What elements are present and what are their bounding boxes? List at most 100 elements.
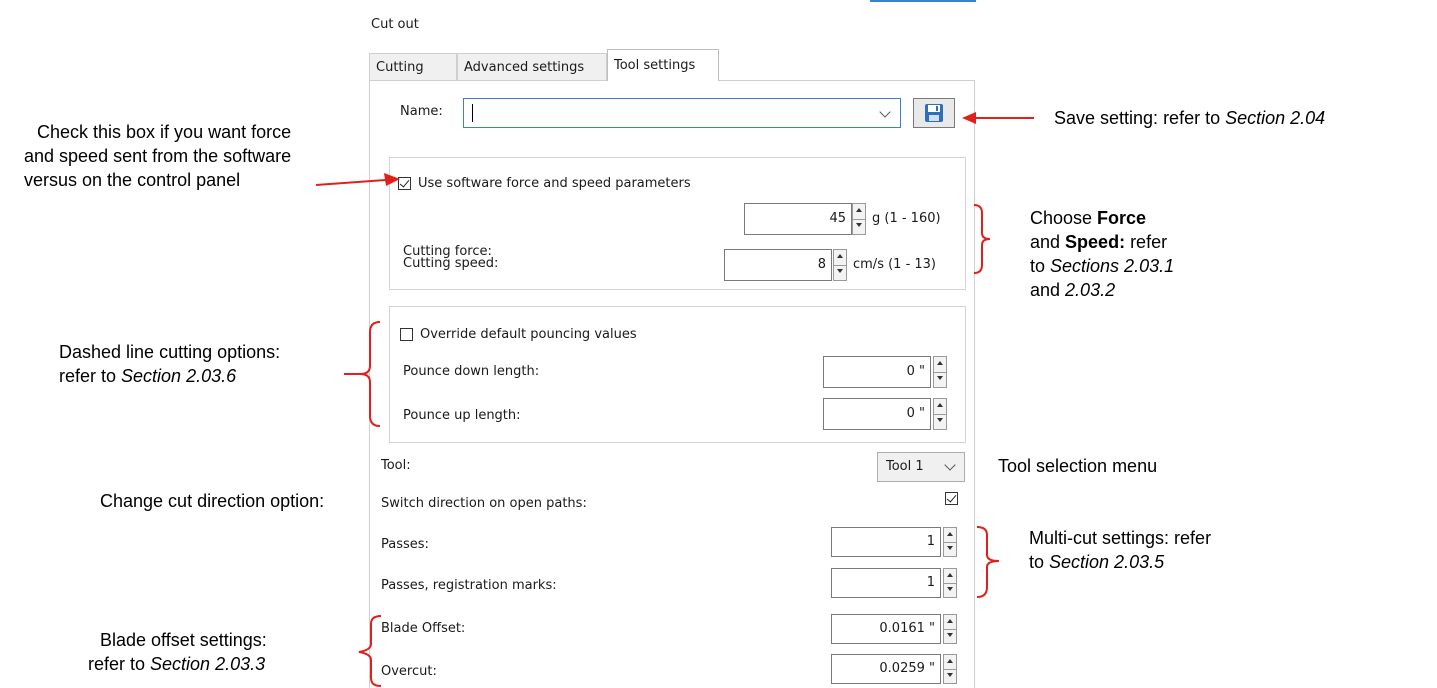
chevron-down-icon[interactable] <box>879 106 891 118</box>
tool-selection-annotation: Tool selection menu <box>998 456 1158 476</box>
cutting-speed-label: Cutting speed: <box>403 256 499 271</box>
choose-annotation-line4: and 2.03.2 <box>1030 279 1115 301</box>
use-software-force-label: Use software force and speed parameters <box>418 176 691 191</box>
annotation-ref: Sections 2.03.1 <box>1050 256 1175 276</box>
tab-cutting[interactable]: Cutting <box>369 53 457 80</box>
pounce-down-label: Pounce down length: <box>403 364 540 379</box>
checkbox-annotation-arrow <box>316 173 400 186</box>
passes-registration-spinner[interactable] <box>943 568 957 598</box>
passes-spinner[interactable] <box>943 527 957 557</box>
annotation-ref: Section 2.03.3 <box>150 654 266 674</box>
tab-tool-settings[interactable]: Tool settings <box>607 49 719 81</box>
annotation-ref: Section 2.03.5 <box>1049 552 1165 572</box>
cutting-speed-input[interactable]: 8 <box>724 249 832 281</box>
spin-up-arrow[interactable] <box>934 399 946 415</box>
blade-offset-spinner[interactable] <box>943 614 957 644</box>
cutting-force-spinner[interactable] <box>852 203 866 235</box>
annotation-text: refer to <box>59 366 122 386</box>
spin-up-arrow[interactable] <box>944 569 956 584</box>
multicut-annotation-line1: Multi-cut settings: refer <box>1029 528 1212 548</box>
annotation-text: and <box>1030 232 1066 252</box>
choose-annotation-line3: to Sections 2.03.1 <box>1030 255 1174 277</box>
pounce-down-input[interactable]: 0 " <box>823 356 931 388</box>
choose-annotation-line1: Choose Force <box>1030 207 1146 229</box>
choose-annotation-line2: and Speed: refer <box>1030 231 1167 253</box>
annotation-bold: Speed: <box>1065 232 1126 252</box>
passes-registration-input[interactable]: 1 <box>831 568 941 598</box>
force-speed-bracket <box>973 204 991 274</box>
spin-down-arrow[interactable] <box>944 542 956 556</box>
spin-down-arrow[interactable] <box>934 372 946 387</box>
blade-annotation-line1: Blade offset settings: <box>100 630 267 650</box>
passes-input[interactable]: 1 <box>831 527 941 557</box>
annotation-bold: Force <box>1097 208 1147 228</box>
tab-label: Tool settings <box>614 58 696 73</box>
annotation-ref: Section 2.04 <box>1225 108 1326 128</box>
passes-label: Passes: <box>381 537 429 552</box>
pounce-down-spinner[interactable] <box>933 356 947 388</box>
dashed-annotation-line2: refer to Section 2.03.6 <box>59 365 236 387</box>
annotation-text: Save setting: refer to <box>1054 108 1226 128</box>
checkbox-annotation-line1: Check this box if you want force <box>37 122 292 142</box>
save-setting-button[interactable] <box>913 98 955 128</box>
spin-down-arrow[interactable] <box>934 414 946 429</box>
spin-down-arrow[interactable] <box>944 669 956 683</box>
cutting-speed-unit: cm/s (1 - 13) <box>853 257 937 272</box>
overcut-label: Overcut: <box>381 664 437 679</box>
overcut-spinner[interactable] <box>943 654 957 684</box>
cutting-speed-spinner[interactable] <box>833 249 847 281</box>
save-setting-annotation: Save setting: refer to Section 2.04 <box>1054 107 1325 129</box>
annotation-text: Choose <box>1030 208 1098 228</box>
cutting-force-unit: g (1 - 160) <box>872 211 941 226</box>
spin-down-arrow[interactable] <box>944 629 956 643</box>
annotation-text: refer <box>1125 232 1168 252</box>
window-accent-line <box>870 0 976 2</box>
override-pouncing-checkbox[interactable] <box>400 328 413 341</box>
cut-direction-annotation: Change cut direction option: <box>100 491 325 511</box>
spin-down-arrow[interactable] <box>853 219 865 234</box>
name-label: Name: <box>400 104 443 119</box>
passes-registration-label: Passes, registration marks: <box>381 578 557 593</box>
tool-select[interactable]: Tool 1 <box>877 452 965 482</box>
name-combobox[interactable] <box>463 98 901 128</box>
annotation-ref: Section 2.03.6 <box>121 366 237 386</box>
blade-offset-input[interactable]: 0.0161 " <box>831 614 941 644</box>
blade-bracket <box>358 615 382 687</box>
spin-up-arrow[interactable] <box>944 655 956 670</box>
checkbox-annotation-line3: versus on the control panel <box>24 170 241 190</box>
dashed-annotation-line1: Dashed line cutting options: <box>59 342 281 362</box>
switch-direction-label: Switch direction on open paths: <box>381 496 587 511</box>
annotation-text: refer to <box>88 654 151 674</box>
save-annotation-line <box>974 117 1034 119</box>
spin-up-arrow[interactable] <box>834 250 846 266</box>
pounce-up-spinner[interactable] <box>933 398 947 430</box>
override-pouncing-label: Override default pouncing values <box>420 327 637 342</box>
checkbox-annotation-line2: and speed sent from the software <box>24 146 292 166</box>
switch-direction-checkbox[interactable] <box>945 492 958 505</box>
dashed-bracket <box>344 321 381 427</box>
blade-annotation-line2: refer to Section 2.03.3 <box>88 653 265 675</box>
annotation-text: to <box>1030 256 1051 276</box>
floppy-disk-icon <box>925 104 943 122</box>
text-cursor <box>472 104 473 122</box>
annotation-text: to <box>1029 552 1050 572</box>
window-title: Cut out <box>371 17 419 32</box>
chevron-down-icon <box>944 459 956 471</box>
tab-advanced-settings[interactable]: Advanced settings <box>457 53 607 80</box>
blade-offset-label: Blade Offset: <box>381 621 466 636</box>
pounce-up-input[interactable]: 0 " <box>823 398 931 430</box>
spin-down-arrow[interactable] <box>944 583 956 597</box>
spin-up-arrow[interactable] <box>944 615 956 630</box>
spin-up-arrow[interactable] <box>934 357 946 373</box>
tab-label: Cutting <box>376 60 424 75</box>
overcut-input[interactable]: 0.0259 " <box>831 654 941 684</box>
multicut-bracket <box>976 526 1000 598</box>
cutting-force-input[interactable]: 45 <box>744 203 852 235</box>
tool-select-value: Tool 1 <box>886 459 924 474</box>
annotation-ref: 2.03.2 <box>1065 280 1116 300</box>
spin-up-arrow[interactable] <box>944 528 956 543</box>
spin-down-arrow[interactable] <box>834 265 846 280</box>
spin-up-arrow[interactable] <box>853 204 865 220</box>
tab-label: Advanced settings <box>464 60 585 75</box>
checkmark-icon <box>946 492 957 503</box>
